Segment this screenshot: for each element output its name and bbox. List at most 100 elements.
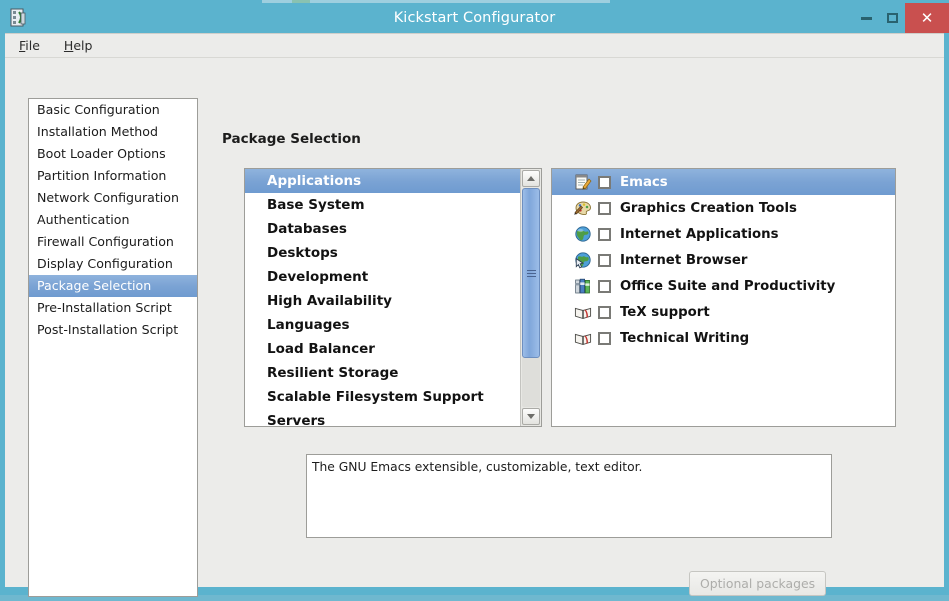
menu-bar: File Help (5, 34, 944, 58)
sidebar-item-label: Post-Installation Script (37, 322, 179, 337)
sidebar-nav-list[interactable]: Basic Configuration Installation Method … (28, 98, 198, 597)
sidebar-item-label: Network Configuration (37, 190, 179, 205)
package-group-list[interactable]: Applications Base System Databases Deskt… (244, 168, 542, 427)
globe-icon (574, 225, 592, 243)
package-checkbox-internet-applications[interactable] (598, 227, 611, 241)
scrollbar-track[interactable] (522, 188, 541, 407)
application-window: Kickstart Configurator ✕ File Help Basic… (0, 3, 949, 597)
group-item-desktops[interactable]: Desktops (245, 241, 520, 265)
sidebar-item-installation-method[interactable]: Installation Method (29, 121, 197, 143)
minimize-icon (860, 16, 872, 20)
sidebar-item-label: Basic Configuration (37, 102, 160, 117)
package-label: Internet Browser (620, 252, 748, 268)
group-item-applications[interactable]: Applications (245, 169, 521, 193)
sidebar-item-label: Firewall Configuration (37, 234, 174, 249)
palette-icon (574, 199, 592, 217)
group-item-scalable-filesystem-support[interactable]: Scalable Filesystem Support (245, 385, 520, 409)
screen: Kickstart Configurator ✕ File Help Basic… (0, 0, 949, 601)
group-item-label: Languages (267, 317, 350, 333)
package-description-box: The GNU Emacs extensible, customizable, … (306, 454, 832, 538)
group-item-languages[interactable]: Languages (245, 313, 520, 337)
package-label: Emacs (620, 174, 668, 190)
group-item-label: Development (267, 269, 369, 285)
package-row-office-suite-and-productivity[interactable]: Office Suite and Productivity (552, 273, 895, 299)
scroll-down-button[interactable] (522, 408, 541, 425)
group-item-servers[interactable]: Servers (245, 409, 520, 426)
group-item-base-system[interactable]: Base System (245, 193, 520, 217)
group-item-high-availability[interactable]: High Availability (245, 289, 520, 313)
title-bar[interactable]: Kickstart Configurator ✕ (0, 3, 949, 33)
scrollbar-thumb[interactable] (522, 188, 541, 358)
package-row-internet-applications[interactable]: Internet Applications (552, 221, 895, 247)
scroll-up-arrow-icon (527, 176, 536, 181)
minimize-button[interactable] (853, 3, 879, 33)
sidebar-item-label: Display Configuration (37, 256, 173, 271)
package-label: Office Suite and Productivity (620, 278, 836, 294)
scroll-up-button[interactable] (522, 170, 541, 187)
package-row-tex-support[interactable]: TeX support (552, 299, 895, 325)
package-checkbox-office-suite-and-productivity[interactable] (598, 279, 611, 293)
window-controls: ✕ (853, 3, 949, 33)
group-item-development[interactable]: Development (245, 265, 520, 289)
sidebar-item-post-installation-script[interactable]: Post-Installation Script (29, 319, 197, 341)
group-item-label: Scalable Filesystem Support (267, 389, 484, 405)
window-title: Kickstart Configurator (393, 10, 556, 26)
content-area: Basic Configuration Installation Method … (5, 58, 944, 597)
group-item-label: High Availability (267, 293, 392, 309)
package-checkbox-internet-browser[interactable] (598, 253, 611, 267)
package-label: TeX support (620, 304, 710, 320)
group-item-label: Servers (267, 413, 326, 426)
close-button[interactable]: ✕ (905, 3, 949, 33)
notepad-pencil-icon (574, 173, 592, 191)
scroll-down-arrow-icon (527, 414, 536, 419)
sidebar-item-label: Installation Method (37, 124, 158, 139)
package-checkbox-emacs[interactable] (598, 175, 611, 189)
binders-icon (574, 277, 592, 295)
group-item-label: Applications (267, 173, 362, 189)
sidebar-item-label: Authentication (37, 212, 130, 227)
open-book-icon (574, 303, 592, 321)
sidebar-item-partition-information[interactable]: Partition Information (29, 165, 197, 187)
package-label: Internet Applications (620, 226, 779, 242)
close-icon: ✕ (920, 9, 934, 27)
client-area: File Help Basic Configuration Installati… (5, 33, 944, 597)
group-item-label: Desktops (267, 245, 338, 261)
sidebar-item-display-configuration[interactable]: Display Configuration (29, 253, 197, 275)
sidebar-item-boot-loader-options[interactable]: Boot Loader Options (29, 143, 197, 165)
group-item-databases[interactable]: Databases (245, 217, 520, 241)
package-row-emacs[interactable]: Emacs (552, 169, 895, 195)
globe-cursor-icon (574, 251, 592, 269)
group-item-label: Resilient Storage (267, 365, 399, 381)
package-checkbox-technical-writing[interactable] (598, 331, 611, 345)
maximize-icon (886, 13, 898, 23)
open-book-icon (574, 329, 592, 347)
sidebar-item-label: Pre-Installation Script (37, 300, 172, 315)
sidebar-item-basic-configuration[interactable]: Basic Configuration (29, 99, 197, 121)
package-list[interactable]: Emacs Graphics Creation Tools Internet A… (551, 168, 896, 427)
group-item-resilient-storage[interactable]: Resilient Storage (245, 361, 520, 385)
sidebar-item-label: Package Selection (37, 278, 152, 293)
group-list-scrollbar[interactable] (520, 169, 541, 426)
sidebar-item-network-configuration[interactable]: Network Configuration (29, 187, 197, 209)
package-checkbox-graphics-creation-tools[interactable] (598, 201, 611, 215)
group-item-load-balancer[interactable]: Load Balancer (245, 337, 520, 361)
optional-packages-button[interactable]: Optional packages (689, 571, 826, 596)
package-group-list-items: Applications Base System Databases Deskt… (245, 169, 521, 426)
package-row-internet-browser[interactable]: Internet Browser (552, 247, 895, 273)
package-row-technical-writing[interactable]: Technical Writing (552, 325, 895, 351)
menu-help[interactable]: Help (62, 36, 95, 55)
package-description-text: The GNU Emacs extensible, customizable, … (312, 460, 643, 474)
sidebar-item-pre-installation-script[interactable]: Pre-Installation Script (29, 297, 197, 319)
sidebar-item-label: Boot Loader Options (37, 146, 166, 161)
package-row-graphics-creation-tools[interactable]: Graphics Creation Tools (552, 195, 895, 221)
package-label: Technical Writing (620, 330, 750, 346)
group-item-label: Load Balancer (267, 341, 375, 357)
optional-packages-label: Optional packages (699, 576, 816, 591)
menu-file[interactable]: File (17, 36, 42, 55)
group-item-label: Base System (267, 197, 365, 213)
package-checkbox-tex-support[interactable] (598, 305, 611, 319)
sidebar-item-package-selection[interactable]: Package Selection (29, 275, 197, 297)
sidebar-item-firewall-configuration[interactable]: Firewall Configuration (29, 231, 197, 253)
sidebar-item-authentication[interactable]: Authentication (29, 209, 197, 231)
maximize-button[interactable] (879, 3, 905, 33)
